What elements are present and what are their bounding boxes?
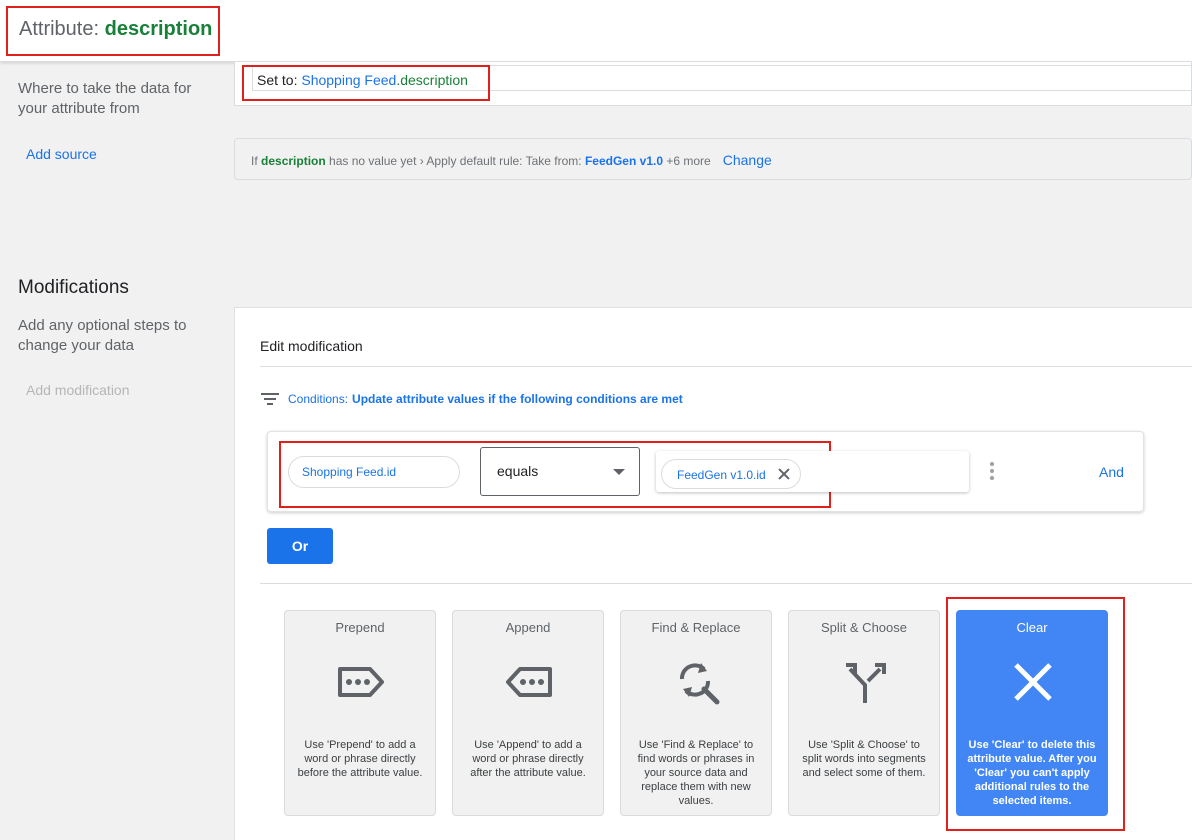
tile-description: Use 'Find & Replace' to find words or ph… — [637, 739, 755, 807]
prepend-icon — [338, 667, 384, 697]
filter-icon — [260, 392, 280, 406]
set-to-prefix: Set to: — [257, 72, 302, 88]
conditions-label: Conditions: — [288, 392, 349, 406]
modifications-heading: Modifications — [18, 277, 129, 298]
set-to-value[interactable]: Set to: Shopping Feed.description — [242, 65, 490, 101]
clear-highlight — [946, 597, 1125, 831]
and-link[interactable]: And — [1099, 464, 1124, 480]
condition-value-label: FeedGen v1.0.id — [677, 468, 766, 482]
tile-name: Split & Choose — [821, 620, 907, 635]
tile-prepend[interactable]: Prepend Use 'Prepend' to add a word or p… — [284, 610, 436, 816]
source-description: Where to take the data for your attribut… — [18, 80, 192, 117]
default-rule-prefix: If — [251, 154, 262, 168]
tile-append[interactable]: Append Use 'Append' to add a word or phr… — [452, 610, 604, 816]
tile-description: Use 'Append' to add a word or phrase dir… — [470, 739, 586, 779]
condition-value-field[interactable]: FeedGen v1.0.id — [656, 451, 969, 492]
modifications-description: Add any optional steps to change your da… — [18, 317, 187, 354]
default-rule-middle: has no value yet › Apply default rule: T… — [325, 154, 585, 168]
dropdown-arrow-icon — [613, 469, 625, 475]
split-choose-icon — [846, 663, 886, 703]
tile-description: Use 'Split & Choose' to split words into… — [802, 739, 926, 779]
default-rule-more: +6 more — [663, 154, 711, 168]
divider — [260, 583, 1192, 584]
add-source-link[interactable]: Add source — [26, 146, 97, 162]
attribute-title: Attribute: description — [6, 6, 220, 56]
or-button[interactable]: Or — [267, 528, 333, 564]
condition-value-chip: FeedGen v1.0.id — [661, 459, 801, 489]
more-vert-icon[interactable] — [989, 462, 995, 482]
default-rule-source: FeedGen v1.0 — [584, 154, 664, 168]
divider — [260, 366, 1192, 367]
condition-operator-select[interactable]: equals — [480, 447, 640, 496]
tile-find-replace[interactable]: Find & Replace Use 'Find & Replace' to f… — [620, 610, 772, 816]
set-to-attribute: .description — [396, 72, 468, 88]
tile-description: Use 'Prepend' to add a word or phrase di… — [297, 739, 423, 779]
top-bar: Attribute: description — [0, 0, 1192, 62]
edit-modification-title: Edit modification — [260, 338, 363, 354]
add-modification-link[interactable]: Add modification — [26, 382, 130, 398]
tile-name: Append — [505, 620, 551, 635]
edit-modification-panel: Edit modification Conditions: Update att… — [234, 307, 1192, 840]
change-link[interactable]: Change — [723, 152, 772, 168]
condition-operator-label: equals — [497, 463, 539, 479]
condition-card: Shopping Feed.id equals FeedGen v1.0.id … — [267, 431, 1144, 512]
source-row: Set to: Shopping Feed.description — [234, 62, 1192, 106]
tile-name: Find & Replace — [651, 620, 741, 635]
attribute-title-prefix: Attribute: — [19, 18, 105, 40]
condition-attribute-field[interactable]: Shopping Feed.id — [288, 456, 460, 488]
conditions-text: Update attribute values if the following… — [352, 392, 683, 406]
tile-name: Prepend — [335, 620, 385, 635]
append-icon — [506, 667, 552, 697]
attribute-title-name: description — [104, 18, 213, 40]
set-to-source: Shopping Feed — [301, 72, 397, 88]
conditions-line: Conditions: Update attribute values if t… — [260, 389, 683, 409]
tile-split-choose[interactable]: Split & Choose Use 'Split & Choose' to s… — [788, 610, 940, 816]
find-replace-icon — [680, 663, 720, 705]
default-rule-attribute: description — [261, 154, 326, 168]
default-rule-row: If description has no value yet › Apply … — [234, 138, 1192, 180]
close-icon[interactable] — [776, 466, 792, 482]
